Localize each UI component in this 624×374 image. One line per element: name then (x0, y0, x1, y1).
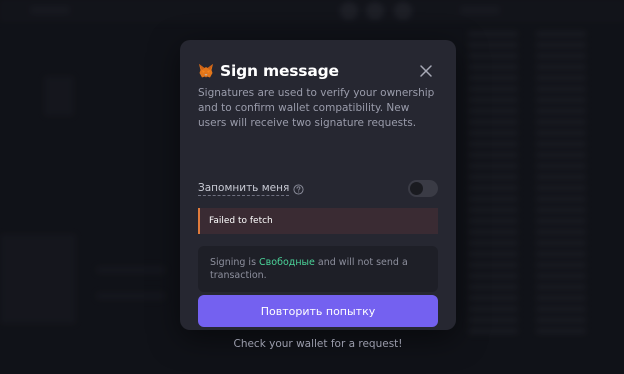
modal-description: Signatures are used to verify your owner… (198, 87, 435, 129)
info-highlight: Свободные (259, 257, 315, 268)
info-prefix: Signing is (210, 257, 260, 268)
toggle-knob (410, 182, 423, 195)
modal-title: Sign message (220, 62, 339, 80)
retry-button[interactable]: Повторить попытку (198, 295, 438, 327)
close-icon[interactable] (418, 63, 434, 79)
modal-header: Sign message (198, 60, 438, 82)
remember-me-label: Запомнить меня (198, 182, 290, 196)
error-alert: Failed to fetch (198, 208, 438, 234)
metamask-fox-icon (199, 64, 213, 78)
footer-hint: Check your wallet for a request! (233, 338, 403, 350)
remember-me-toggle[interactable] (408, 180, 438, 197)
remember-me-row: Запомнить меня (198, 180, 438, 198)
signing-info-box: Signing is Свободные and will not send a… (198, 246, 438, 292)
error-text: Failed to fetch (209, 216, 273, 226)
sign-message-modal: Sign message Signatures are used to veri… (180, 40, 456, 350)
help-circle-icon[interactable] (293, 183, 304, 195)
